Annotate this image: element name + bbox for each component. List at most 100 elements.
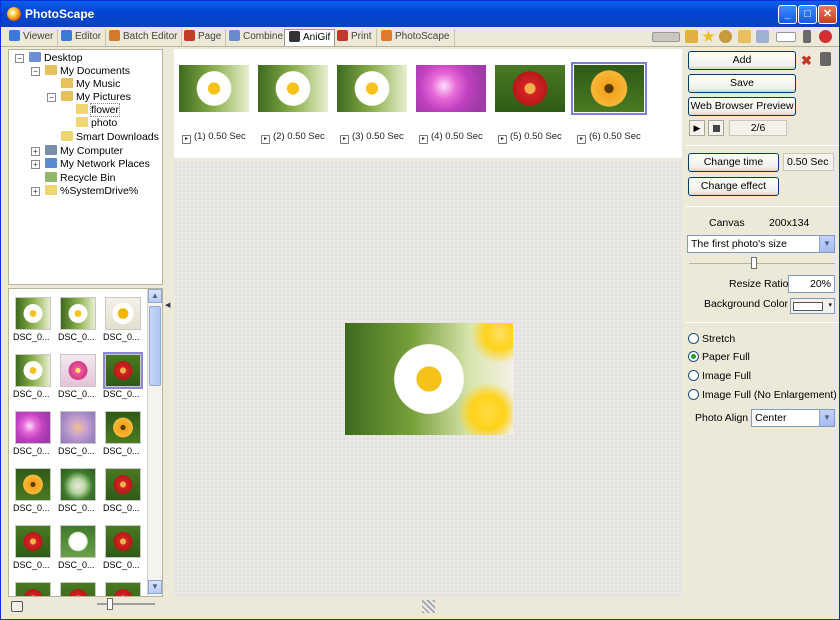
frame-duration-label[interactable]: ▸ (4) 0.50 Sec — [419, 131, 483, 144]
size-mode-select[interactable]: The first photo's size ▼ — [687, 235, 835, 253]
star-icon[interactable] — [702, 30, 715, 42]
title-bar[interactable]: PhotoScape _ □ ✕ — [1, 1, 839, 27]
frame-properties-icon[interactable]: ▸ — [182, 135, 191, 144]
frame-properties-icon[interactable]: ▸ — [261, 135, 270, 144]
tab-batch-editor[interactable]: Batch Editor — [105, 29, 183, 46]
frame-properties-icon[interactable]: ▸ — [340, 135, 349, 144]
thumbnail-item[interactable]: DSC_0... — [103, 580, 143, 596]
frame-thumbnail[interactable] — [179, 65, 249, 112]
thumbnail-item[interactable]: DSC_0... — [58, 352, 98, 400]
trash-icon[interactable] — [820, 52, 831, 66]
blank-icon[interactable] — [776, 32, 796, 42]
window-icon[interactable] — [756, 30, 769, 43]
frame-duration-label[interactable]: ▸ (2) 0.50 Sec — [261, 131, 325, 144]
tools-icon[interactable] — [803, 30, 811, 43]
thumbnail-item[interactable]: DSC_0... — [103, 295, 143, 343]
panel-splitter[interactable]: ◀ — [163, 49, 172, 597]
frame-properties-icon[interactable]: ▸ — [498, 135, 507, 144]
thumbnail-item[interactable]: DSC_0... — [58, 466, 98, 514]
help-icon[interactable] — [819, 30, 832, 43]
change-time-button[interactable]: Change time — [688, 153, 779, 172]
tab-photoscape[interactable]: PhotoScape — [377, 29, 455, 46]
collapse-arrow-icon[interactable]: ◀ — [165, 301, 170, 309]
thumbnail-item[interactable]: DSC_0... — [13, 466, 53, 514]
resize-slider[interactable] — [689, 257, 835, 269]
rotate-icon[interactable] — [11, 601, 23, 612]
play-icon[interactable]: ▶ — [689, 120, 705, 136]
expand-icon[interactable]: + — [31, 187, 40, 196]
thumbnail-item[interactable]: DSC_0... — [13, 523, 53, 571]
thumbnail-item[interactable]: DSC_0... — [58, 523, 98, 571]
save-button[interactable]: Save — [688, 74, 796, 93]
settings-icon[interactable] — [719, 30, 732, 43]
radio-stretch[interactable]: Stretch — [688, 333, 735, 346]
close-button[interactable]: ✕ — [818, 5, 837, 24]
expand-icon[interactable]: + — [31, 147, 40, 156]
frame-thumbnail[interactable] — [337, 65, 407, 112]
tab-anigif[interactable]: AniGif — [284, 29, 336, 46]
collapse-icon[interactable]: − — [31, 67, 40, 76]
resize-grip-icon[interactable] — [422, 600, 435, 613]
frame-thumbnail[interactable] — [258, 65, 328, 112]
collapse-icon[interactable]: − — [15, 54, 24, 63]
frame-duration-label[interactable]: ▸ (1) 0.50 Sec — [182, 131, 246, 144]
menu-icon[interactable] — [652, 32, 680, 42]
folder-icon[interactable] — [685, 30, 698, 43]
tree-item-my-pictures[interactable]: − My Pictures — [47, 91, 131, 104]
thumbnail-item[interactable]: DSC_0... — [103, 523, 143, 571]
stop-button[interactable] — [708, 120, 724, 136]
tree-item-smart-downloads[interactable]: Smart Downloads — [61, 131, 159, 144]
thumbnail-item[interactable]: DSC_0... — [103, 409, 143, 457]
thumbnail-item[interactable]: DSC_0... — [13, 580, 53, 596]
frame-duration-label[interactable]: ▸ (5) 0.50 Sec — [498, 131, 562, 144]
radio-image-full-no-enlargement[interactable]: Image Full (No Enlargement) — [688, 389, 837, 402]
tree-item-my-documents[interactable]: − My Documents — [31, 65, 130, 78]
tab-page[interactable]: Page — [180, 29, 227, 46]
web-browser-preview-button[interactable]: Web Browser Preview — [688, 97, 796, 116]
frame-thumbnail[interactable] — [416, 65, 486, 112]
collapse-icon[interactable]: − — [47, 93, 56, 102]
tab-combine[interactable]: Combine — [225, 29, 289, 46]
photo-align-select[interactable]: Center ▼ — [751, 409, 835, 427]
thumbnail-item[interactable]: DSC_0... — [13, 352, 53, 400]
radio-image-full[interactable]: Image Full — [688, 370, 751, 383]
tree-item-systemdrive[interactable]: + %SystemDrive% — [31, 185, 138, 198]
frame-thumbnail[interactable] — [571, 62, 647, 115]
tab-viewer[interactable]: Viewer — [5, 29, 59, 46]
tab-editor[interactable]: Editor — [57, 29, 107, 46]
minimize-button[interactable]: _ — [778, 5, 797, 24]
resize-ratio-field[interactable]: 20% — [788, 275, 835, 293]
tree-item-recycle-bin[interactable]: Recycle Bin — [45, 172, 115, 185]
radio-paper-full[interactable]: Paper Full — [688, 351, 750, 364]
tree-item-my-network-places[interactable]: + My Network Places — [31, 158, 150, 171]
background-color-picker[interactable]: ▾ — [790, 298, 835, 314]
thumbnail-item[interactable]: DSC_0... — [58, 295, 98, 343]
frame-properties-icon[interactable]: ▸ — [577, 135, 586, 144]
thumbnail-item[interactable]: DSC_0... — [58, 580, 98, 596]
tree-item-flower[interactable]: flower — [76, 103, 121, 117]
change-effect-button[interactable]: Change effect — [688, 177, 779, 196]
tab-print[interactable]: Print — [333, 29, 377, 46]
frame-duration-label[interactable]: ▸ (3) 0.50 Sec — [340, 131, 404, 144]
frame-duration-label[interactable]: ▸ (6) 0.50 Sec — [577, 131, 641, 144]
scroll-up-icon[interactable]: ▲ — [148, 289, 162, 303]
expand-icon[interactable]: + — [31, 160, 40, 169]
tree-item-my-computer[interactable]: + My Computer — [31, 145, 123, 158]
tree-item-my-music[interactable]: My Music — [61, 78, 120, 91]
thumbnail-scrollbar[interactable]: ▲ ▼ — [147, 289, 162, 596]
scroll-down-icon[interactable]: ▼ — [148, 580, 162, 594]
thumbnail-item[interactable]: DSC_0... — [103, 352, 143, 400]
scroll-thumb[interactable] — [149, 306, 161, 386]
maximize-button[interactable]: □ — [798, 5, 817, 24]
delete-icon[interactable]: ✖ — [801, 53, 812, 69]
add-button[interactable]: Add — [688, 51, 796, 70]
tree-item-desktop[interactable]: − Desktop — [15, 52, 83, 65]
frame-properties-icon[interactable]: ▸ — [419, 135, 428, 144]
thumbnail-item[interactable]: DSC_0... — [58, 409, 98, 457]
thumbnail-item[interactable]: DSC_0... — [103, 466, 143, 514]
thumbnail-size-slider[interactable] — [97, 598, 155, 610]
open-folder-icon[interactable] — [738, 30, 751, 43]
frame-thumbnail[interactable] — [495, 65, 565, 112]
slider-knob[interactable] — [107, 598, 113, 610]
slider-knob[interactable] — [751, 257, 757, 269]
